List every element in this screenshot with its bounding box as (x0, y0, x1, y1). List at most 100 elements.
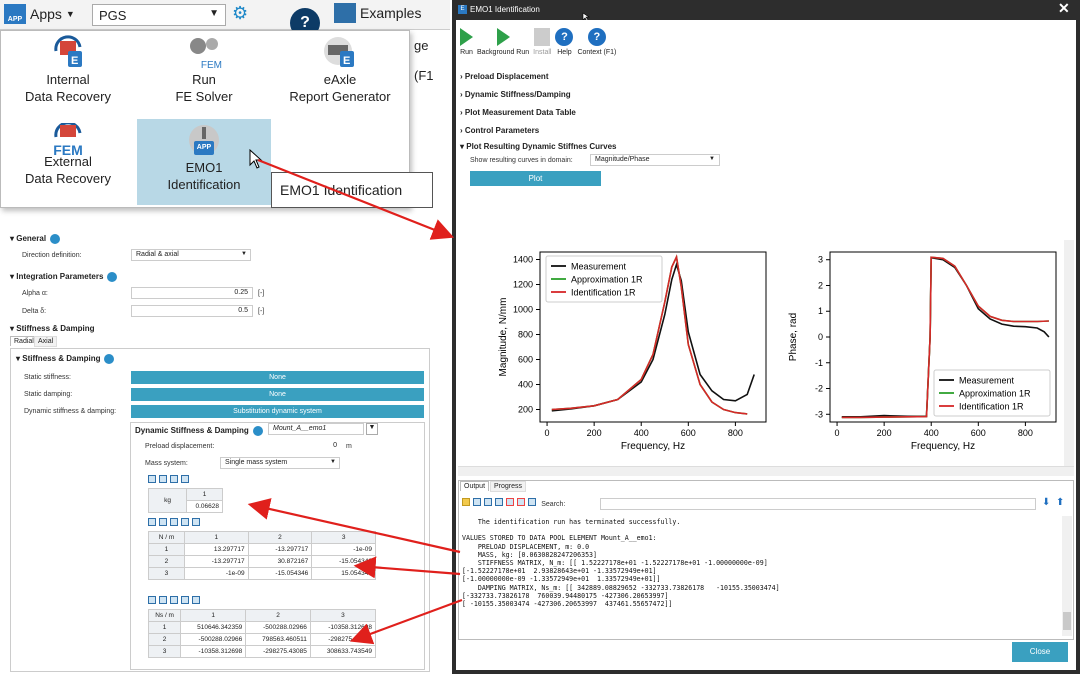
matrix-cell[interactable]: -298275.43085 (309, 633, 377, 646)
tree-label: Control Parameters (464, 126, 540, 135)
import-icon[interactable] (192, 518, 200, 526)
examples-icon[interactable] (334, 3, 356, 23)
matrix-cell[interactable]: 13.297717 (183, 543, 249, 556)
alpha-input[interactable]: 0.25 (131, 287, 253, 299)
tree-item-plot-resulting[interactable]: ▾ Plot Resulting Dynamic Stiffnes Curves (460, 142, 617, 151)
domain-select[interactable]: Magnitude/Phase ▼ (590, 154, 720, 166)
matrix-cell[interactable]: -13.297717 (183, 555, 249, 568)
copy-icon[interactable] (495, 498, 503, 506)
static-stiffness-button[interactable]: None (131, 371, 424, 384)
print-icon[interactable] (484, 498, 492, 506)
info-icon[interactable] (104, 354, 115, 364)
mass-select[interactable]: Single mass system ▼ (220, 457, 340, 469)
close-button[interactable]: Close (1012, 642, 1068, 662)
help-button[interactable]: ? Help (555, 26, 574, 56)
table-icon[interactable] (148, 596, 156, 604)
tab-progress[interactable]: Progress (490, 481, 527, 492)
apps-menu-button[interactable]: APP Apps ▼ (4, 4, 75, 24)
matrix-cell[interactable]: -1e-09 (311, 543, 376, 556)
examples-label[interactable]: Examples (360, 5, 421, 21)
section-integration[interactable]: ▾ Integration Parameters (10, 272, 118, 282)
matrix-cell[interactable]: -10358.312698 (309, 621, 377, 634)
table-icon[interactable] (159, 596, 167, 604)
section-stiffness-damping-inner[interactable]: ▾ Stiffness & Damping (16, 354, 115, 364)
tree-item-control-parameters[interactable]: › Control Parameters (460, 126, 539, 135)
table-icon[interactable] (159, 475, 167, 483)
tools-icon[interactable]: ⚙ (232, 3, 254, 25)
matrix-cell[interactable]: -15.054346 (311, 555, 376, 568)
matrix-cell[interactable]: -298275.43085 (245, 645, 311, 658)
preload-input[interactable]: 0 (220, 440, 342, 452)
property-editor: ▾ General Direction definition: Radial &… (8, 228, 433, 674)
table-icon[interactable] (148, 518, 156, 526)
section-general[interactable]: ▾ General (10, 234, 61, 244)
context-help-button[interactable]: ? Context (F1) (577, 26, 616, 56)
x-tick-label: 200 (587, 428, 602, 438)
paste-icon[interactable] (181, 518, 189, 526)
paste-icon[interactable] (181, 475, 189, 483)
tab-axial[interactable]: Axial (34, 336, 58, 347)
matrix-cell[interactable]: 510646.342359 (180, 621, 247, 634)
table-icon[interactable] (159, 518, 167, 526)
matrix-cell[interactable]: 30.872167 (247, 555, 313, 568)
info-icon[interactable] (252, 426, 263, 436)
plot-button[interactable]: Plot (470, 171, 601, 186)
svg-text:E: E (343, 55, 350, 67)
app-tile-run-fe-solver[interactable]: FEM Run FE Solver (137, 31, 271, 117)
search-input[interactable] (600, 498, 1036, 510)
section-stiffness-damping[interactable]: ▾ Stiffness & Damping (10, 324, 94, 333)
horizontal-scrollbar[interactable] (458, 466, 1074, 476)
direction-select[interactable]: Radial & axial ▼ (131, 249, 251, 261)
mass-cell[interactable]: 0.06628 (186, 500, 223, 513)
run-button[interactable]: Run (460, 26, 473, 56)
y-axis-label: Magnitude, N/mm (498, 298, 509, 377)
info-icon[interactable] (50, 234, 61, 244)
matrix-cell[interactable]: -15.054346 (247, 567, 313, 580)
emo1-app-icon: APP (186, 123, 222, 157)
matrix-cell[interactable]: -500288.02966 (245, 621, 311, 634)
vertical-scrollbar[interactable] (1064, 240, 1074, 466)
import-icon[interactable] (192, 596, 200, 604)
scrollbar-thumb[interactable] (1063, 612, 1071, 630)
save-icon[interactable] (473, 498, 481, 506)
row-header: 3 (148, 567, 185, 580)
table-icon[interactable] (148, 475, 156, 483)
matrix-cell[interactable]: -10358.312698 (180, 645, 247, 658)
matrix-cell[interactable]: -1e-09 (183, 567, 249, 580)
copy-icon[interactable] (170, 596, 178, 604)
tree-item-dynamic-stiffness[interactable]: › Dynamic Stiffness/Damping (460, 90, 571, 99)
paste-icon[interactable] (181, 596, 189, 604)
output-scrollbar[interactable] (1062, 516, 1072, 636)
arrow-down-icon[interactable]: ⬇ (1042, 497, 1050, 508)
arrow-up-icon[interactable]: ⬆ (1056, 497, 1064, 508)
static-damping-button[interactable]: None (131, 388, 424, 401)
tree-item-preload-displacement[interactable]: › Preload Displacement (460, 72, 548, 81)
matrix-cell[interactable]: 15.054346 (311, 567, 376, 580)
background-run-button[interactable]: Background Run (477, 26, 529, 56)
project-dropdown[interactable]: PGS ▼ (92, 4, 226, 26)
copy-icon[interactable] (170, 518, 178, 526)
clear-icon[interactable] (528, 498, 536, 506)
column-header: 3 (309, 609, 377, 622)
info-icon[interactable] (107, 272, 118, 282)
open-folder-icon[interactable] (462, 498, 470, 506)
delta-input[interactable]: 0.5 (131, 305, 253, 317)
dsd-element-field[interactable]: Mount_A__emo1 (268, 423, 364, 435)
tree-item-plot-measurement[interactable]: › Plot Measurement Data Table (460, 108, 576, 117)
dynamic-stiffness-button[interactable]: Substitution dynamic system (131, 405, 424, 418)
matrix-cell[interactable]: -500288.02966 (180, 633, 247, 646)
install-button[interactable]: Install (533, 26, 551, 56)
tab-output[interactable]: Output (460, 481, 490, 491)
app-tile-eaxle-report-generator[interactable]: E eAxle Report Generator (273, 31, 407, 117)
filter-icon[interactable] (506, 498, 514, 506)
matrix-cell[interactable]: -13.297717 (247, 543, 313, 556)
wrap-icon[interactable] (517, 498, 525, 506)
app-tile-internal-data-recovery[interactable]: E Internal Data Recovery (1, 31, 135, 117)
close-icon[interactable]: ✕ (1058, 0, 1070, 17)
matrix-cell[interactable]: 308633.743549 (309, 645, 377, 658)
toolbar-text-fragment: (F1 (414, 68, 434, 83)
copy-icon[interactable] (170, 475, 178, 483)
dropdown-button[interactable]: ▼ (366, 423, 378, 435)
matrix-cell[interactable]: 798563.460511 (245, 633, 311, 646)
app-tile-external-data-recovery[interactable]: FEM External Data Recovery (1, 119, 135, 205)
